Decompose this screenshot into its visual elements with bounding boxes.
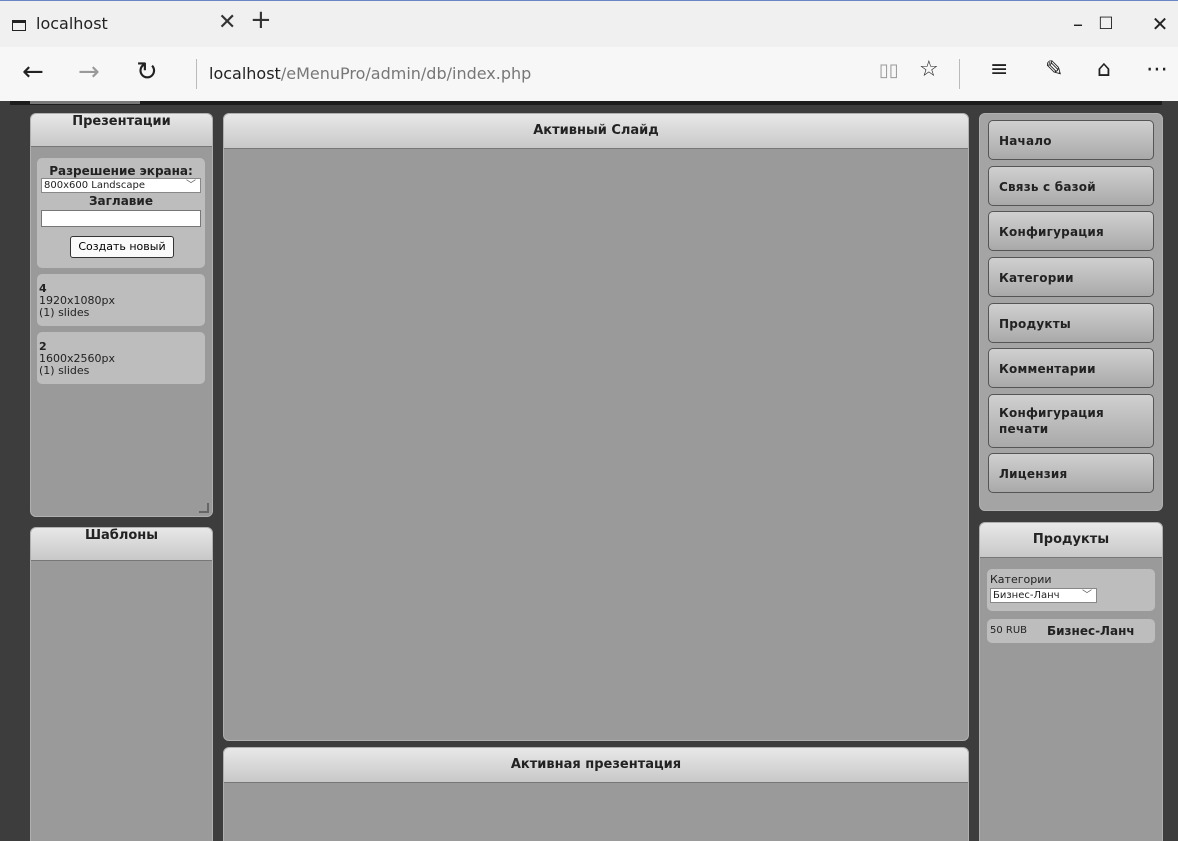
resize-grip-icon[interactable]	[199, 503, 209, 513]
back-icon[interactable]: ←	[22, 57, 44, 87]
active-slide-header: Активный Слайд	[224, 114, 968, 149]
close-tab-icon[interactable]: ✕	[218, 10, 236, 35]
browser-tab[interactable]: localhost ✕	[0, 1, 244, 48]
resolution-label: Разрешение экрана:	[49, 164, 193, 178]
toolbar-separator	[959, 59, 960, 89]
top-strip-tab	[30, 101, 140, 104]
url-path: /eMenuPro/admin/db/index.php	[280, 64, 532, 83]
presentations-header: Презентации	[31, 114, 212, 147]
category-filter: Категории Бизнес-Ланч ﹀	[987, 569, 1155, 611]
active-slide-panel: Активный Слайд	[223, 113, 969, 741]
top-strip	[10, 101, 1162, 105]
address-bar[interactable]: localhost/eMenuPro/admin/db/index.php	[209, 64, 531, 83]
templates-header: Шаблоны	[31, 528, 212, 561]
product-name: Бизнес-Ланч	[1047, 624, 1135, 638]
chevron-down-icon: ﹀	[186, 180, 196, 191]
product-item[interactable]: 50 RUB Бизнес-Ланч	[987, 619, 1155, 643]
title-label: Заглавие	[89, 194, 153, 208]
category-select-value: Бизнес-Ланч	[993, 590, 1060, 601]
close-window-icon[interactable]: ✕	[1140, 12, 1178, 36]
page-content: Презентации Разрешение экрана: 800x600 L…	[0, 101, 1178, 841]
chevron-down-icon: ﹀	[1082, 590, 1092, 601]
browser-title-bar: localhost ✕ + – ☐ ✕	[0, 0, 1178, 48]
active-presentation-panel: Активная презентация	[223, 747, 969, 841]
forward-icon[interactable]: →	[78, 57, 100, 87]
templates-panel: Шаблоны	[30, 527, 213, 841]
presentation-item-2[interactable]: 2 1600x2560px (1) slides	[37, 332, 205, 384]
menu-db-connection-button[interactable]: Связь с базой	[988, 166, 1154, 206]
category-select[interactable]: Бизнес-Ланч ﹀	[990, 588, 1097, 603]
new-tab-icon[interactable]: +	[250, 5, 272, 35]
new-presentation-form: Разрешение экрана: 800x600 Landscape ﹀ З…	[37, 158, 205, 268]
tab-title: localhost	[36, 14, 108, 33]
presentation-slides: (1) slides	[39, 306, 90, 319]
tab-page-icon	[12, 20, 26, 31]
web-note-icon[interactable]: ✎	[1045, 57, 1063, 82]
presentation-item-4[interactable]: 4 1920x1080px (1) slides	[37, 274, 205, 326]
menu-home-button[interactable]: Начало	[988, 120, 1154, 160]
menu-print-configuration-button[interactable]: Конфигурация печати	[988, 394, 1154, 448]
resolution-select-value: 800x600 Landscape	[44, 180, 145, 191]
main-menu-panel: Начало Связь с базой Конфигурация Катего…	[979, 113, 1163, 511]
categories-label: Категории	[990, 573, 1052, 586]
reading-view-icon[interactable]: ▯▯	[879, 60, 899, 81]
more-icon[interactable]: ⋯	[1146, 57, 1168, 82]
menu-configuration-button[interactable]: Конфигурация	[988, 211, 1154, 251]
browser-nav-bar: ← → ↻ localhost/eMenuPro/admin/db/index.…	[0, 47, 1178, 101]
products-header: Продукты	[980, 523, 1162, 558]
menu-license-button[interactable]: Лицензия	[988, 453, 1154, 493]
menu-categories-button[interactable]: Категории	[988, 257, 1154, 297]
url-separator	[196, 59, 197, 89]
products-panel: Продукты Категории Бизнес-Ланч ﹀ 50 RUB …	[979, 522, 1163, 841]
maximize-icon[interactable]: ☐	[1086, 14, 1126, 34]
product-price: 50 RUB	[990, 625, 1028, 636]
url-host: localhost	[209, 64, 281, 83]
favorite-star-icon[interactable]: ☆	[919, 57, 939, 82]
active-presentation-header: Активная презентация	[224, 748, 968, 783]
share-icon[interactable]: ⌂	[1097, 57, 1111, 82]
presentation-slides: (1) slides	[39, 364, 90, 377]
presentations-panel: Презентации Разрешение экрана: 800x600 L…	[30, 113, 213, 517]
create-new-button[interactable]: Создать новый	[70, 236, 174, 258]
hub-icon[interactable]: ≡	[990, 57, 1008, 82]
menu-products-button[interactable]: Продукты	[988, 303, 1154, 343]
title-input[interactable]	[41, 210, 201, 227]
refresh-icon[interactable]: ↻	[136, 57, 158, 87]
resolution-select[interactable]: 800x600 Landscape ﹀	[41, 178, 201, 193]
menu-comments-button[interactable]: Комментарии	[988, 348, 1154, 388]
